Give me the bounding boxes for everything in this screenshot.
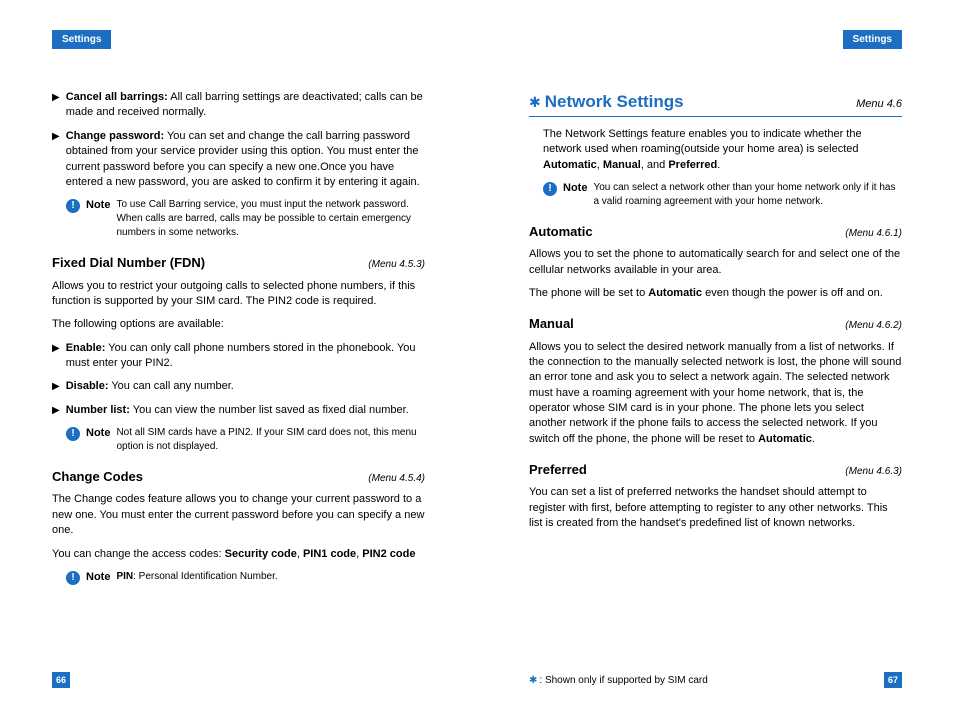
star-icon: ✱ (529, 675, 537, 686)
content-right: ✱Network Settings Menu 4.6 The Network S… (529, 90, 902, 540)
heading-manual: Manual (Menu 4.6.2) (529, 315, 902, 333)
heading-change-codes: Change Codes (Menu 4.5.4) (52, 468, 425, 486)
footer-left: 66 (52, 672, 425, 688)
heading-automatic: Automatic (Menu 4.6.1) (529, 223, 902, 241)
star-icon: ✱ (529, 94, 541, 110)
heading-fdn: Fixed Dial Number (FDN) (Menu 4.5.3) (52, 254, 425, 272)
footer-right: ✱: Shown only if supported by SIM card 6… (529, 672, 902, 688)
note-pin-definition: ! Note PIN: Personal Identification Numb… (66, 570, 425, 585)
fdn-paragraph-1: Allows you to restrict your outgoing cal… (52, 279, 425, 310)
preferred-paragraph: You can set a list of preferred networks… (529, 485, 902, 531)
heading-preferred: Preferred (Menu 4.6.3) (529, 461, 902, 479)
section-network-settings: ✱Network Settings Menu 4.6 (529, 90, 902, 117)
content-left: ▶ Cancel all barrings: All call barring … (52, 90, 425, 597)
page-number-67: 67 (884, 672, 902, 688)
note-roaming: ! Note You can select a network other th… (543, 181, 902, 209)
fdn-paragraph-2: The following options are available: (52, 317, 425, 332)
arrow-icon: ▶ (52, 341, 60, 372)
arrow-icon: ▶ (52, 90, 60, 121)
arrow-icon: ▶ (52, 379, 60, 394)
network-intro: The Network Settings feature enables you… (543, 127, 902, 173)
bullet-enable: ▶ Enable: You can only call phone number… (52, 341, 425, 372)
info-icon: ! (66, 199, 80, 213)
page-67: Settings ✱Network Settings Menu 4.6 The … (477, 0, 954, 716)
page-spread: Settings ▶ Cancel all barrings: All call… (0, 0, 954, 716)
info-icon: ! (66, 427, 80, 441)
info-icon: ! (543, 182, 557, 196)
arrow-icon: ▶ (52, 129, 60, 191)
page-number-66: 66 (52, 672, 70, 688)
footnote-sim: ✱: Shown only if supported by SIM card (529, 675, 708, 686)
note-pin2: ! Note Not all SIM cards have a PIN2. If… (66, 426, 425, 454)
bullet-disable: ▶ Disable: You can call any number. (52, 379, 425, 394)
header-tab-right: Settings (843, 30, 902, 49)
manual-paragraph: Allows you to select the desired network… (529, 340, 902, 448)
note-call-barring: ! Note To use Call Barring service, you … (66, 198, 425, 240)
bullet-number-list: ▶ Number list: You can view the number l… (52, 403, 425, 418)
arrow-icon: ▶ (52, 403, 60, 418)
page-66: Settings ▶ Cancel all barrings: All call… (0, 0, 477, 716)
bullet-change-password: ▶ Change password: You can set and chang… (52, 129, 425, 191)
bullet-cancel-barrings: ▶ Cancel all barrings: All call barring … (52, 90, 425, 121)
automatic-paragraph-2: The phone will be set to Automatic even … (529, 286, 902, 301)
codes-paragraph-2: You can change the access codes: Securit… (52, 547, 425, 562)
codes-paragraph-1: The Change codes feature allows you to c… (52, 492, 425, 538)
header-tab-left: Settings (52, 30, 111, 49)
info-icon: ! (66, 571, 80, 585)
automatic-paragraph-1: Allows you to set the phone to automatic… (529, 247, 902, 278)
